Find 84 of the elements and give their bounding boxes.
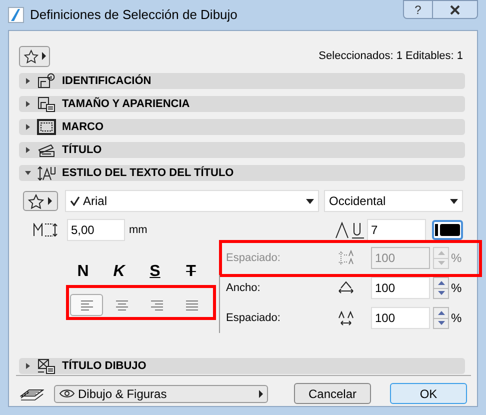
section-header[interactable]: IDENTIFICACIÓN xyxy=(19,73,465,89)
align-left-button[interactable] xyxy=(70,294,103,316)
letter-spacing-icon xyxy=(338,310,354,326)
info-sheet-icon xyxy=(37,72,56,90)
star-icon xyxy=(27,192,45,210)
pen-color-button[interactable] xyxy=(432,220,463,240)
font-dropdown[interactable]: Arial xyxy=(65,190,319,212)
up-arrow-icon xyxy=(438,310,444,315)
spacing-field[interactable]: 100 xyxy=(371,277,430,299)
style-button[interactable]: S xyxy=(144,260,166,282)
alignment-icon xyxy=(184,300,198,310)
style-button[interactable]: N xyxy=(72,260,94,282)
selection-count: Seleccionados: 1 Editables: 1 xyxy=(318,48,464,64)
spacing-label: Espaciado: xyxy=(226,250,282,266)
font-name: Arial xyxy=(83,193,108,210)
pen-icon xyxy=(335,221,365,239)
dropdown-arrow-icon xyxy=(306,198,314,204)
size-field[interactable]: 5,00 xyxy=(67,219,125,241)
down-arrow-icon xyxy=(438,261,444,266)
app-icon xyxy=(8,7,24,23)
submenu-arrow-icon xyxy=(259,390,263,398)
section-header[interactable]: TÍTULO xyxy=(19,142,465,158)
window-title: Definiciones de Selección de Dibujo xyxy=(30,6,238,24)
section-title: TÍTULO DIBUJO xyxy=(62,358,146,374)
expand-arrow-icon xyxy=(25,101,31,107)
layer-name: Dibujo & Figuras xyxy=(78,386,167,402)
section-header[interactable]: TÍTULO DIBUJO xyxy=(19,358,465,374)
style-button[interactable]: K xyxy=(108,260,130,282)
unit-label: % xyxy=(451,280,462,297)
unit-label: % xyxy=(451,310,462,327)
spin-up-button[interactable] xyxy=(433,277,449,288)
unit-label: mm xyxy=(129,222,148,238)
collapse-arrow-icon xyxy=(25,170,31,176)
section-title: MARCO xyxy=(62,120,104,135)
star-icon xyxy=(23,48,40,64)
drawing-title-icon xyxy=(37,358,56,374)
help-button[interactable]: ? xyxy=(403,0,433,19)
spin-down-button[interactable] xyxy=(433,318,449,329)
script-name: Occidental xyxy=(329,193,386,210)
dialog-button[interactable]: OK xyxy=(390,383,467,404)
layer-dropdown[interactable]: Dibujo & Figuras xyxy=(54,384,268,402)
unit-label: % xyxy=(451,250,462,267)
text-style-icon xyxy=(37,164,56,182)
spacing-label: Espaciado: xyxy=(226,310,282,326)
script-dropdown[interactable]: Occidental xyxy=(324,190,463,212)
expand-arrow-icon xyxy=(25,147,31,153)
alignment-icon xyxy=(80,300,94,310)
section-title: TAMAÑO Y APARIENCIA xyxy=(62,96,190,112)
favorites-button[interactable] xyxy=(23,191,58,211)
eye-icon xyxy=(59,389,75,398)
section-header[interactable]: MARCO xyxy=(19,119,465,135)
line-spacing-icon xyxy=(338,250,354,266)
section-header[interactable]: ESTILO DEL TEXTO DEL TÍTULO xyxy=(19,165,465,181)
section-title: ESTILO DEL TEXTO DEL TÍTULO xyxy=(62,165,234,181)
section-title: IDENTIFICACIÓN xyxy=(62,73,152,89)
pen-field[interactable]: 7 xyxy=(367,219,426,241)
dialog-button[interactable]: Cancelar xyxy=(294,383,371,404)
sheet-list-icon xyxy=(37,96,56,112)
favorites-button[interactable] xyxy=(19,46,50,66)
up-arrow-icon xyxy=(438,280,444,285)
tickets-icon xyxy=(37,142,56,158)
caret-icon xyxy=(42,52,46,60)
close-icon[interactable] xyxy=(433,0,478,19)
dropdown-arrow-icon xyxy=(450,198,458,204)
alignment-icon xyxy=(114,300,128,310)
expand-arrow-icon xyxy=(25,124,31,130)
up-arrow-icon xyxy=(438,250,444,255)
expand-arrow-icon xyxy=(25,78,31,84)
alignment-icon xyxy=(150,300,164,310)
layers-icon xyxy=(20,386,44,400)
spin-up-button[interactable] xyxy=(433,307,449,318)
text-width-icon xyxy=(338,280,354,296)
text-height-icon xyxy=(33,223,59,237)
spacing-field[interactable]: 100 xyxy=(371,307,430,329)
down-arrow-icon xyxy=(438,321,444,326)
down-arrow-icon xyxy=(438,291,444,296)
frame-icon xyxy=(37,118,56,136)
spacing-label: Ancho: xyxy=(226,280,262,296)
caret-icon xyxy=(48,197,52,205)
style-button[interactable]: T xyxy=(180,260,202,282)
spin-down-button[interactable] xyxy=(433,288,449,299)
expand-arrow-icon xyxy=(25,363,31,369)
section-header[interactable]: TAMAÑO Y APARIENCIA xyxy=(19,96,465,112)
section-title: TÍTULO xyxy=(62,142,102,158)
